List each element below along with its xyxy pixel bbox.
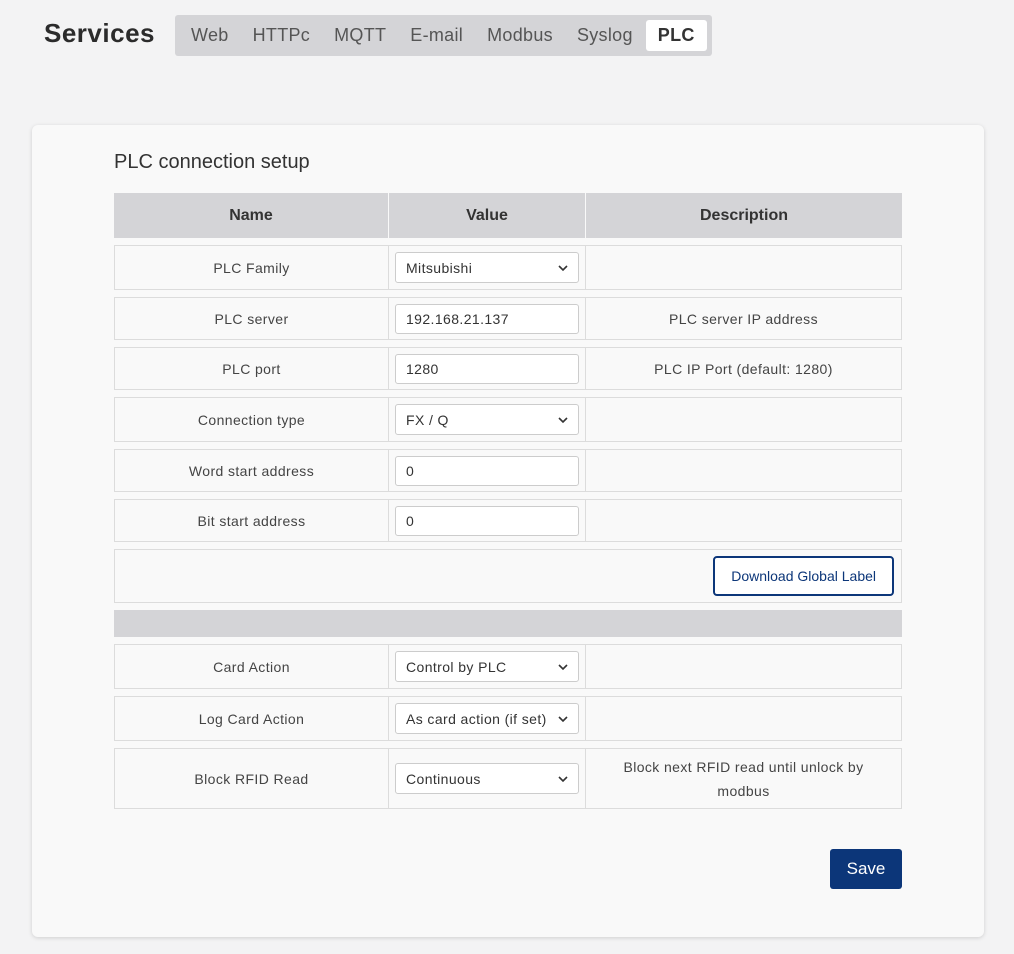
- row-description: [586, 645, 901, 688]
- row-description: [586, 246, 901, 289]
- table-row: Connection type FX / Q: [114, 397, 902, 442]
- column-header-description: Description: [699, 206, 788, 224]
- row-description: PLC IP Port (default: 1280): [654, 360, 833, 377]
- row-description: [586, 398, 901, 441]
- table-row: Block RFID Read Continuous Block next RF…: [114, 748, 902, 809]
- chevron-down-icon: [558, 264, 568, 271]
- section-divider: [114, 610, 902, 637]
- column-header-name: Name: [114, 193, 389, 238]
- row-value-cell: Mitsubishi: [389, 246, 586, 289]
- connection-type-select[interactable]: FX / Q: [395, 404, 579, 435]
- row-value-cell: Control by PLC: [389, 645, 586, 688]
- table-row: PLC port 1280 PLC IP Port (default: 1280…: [114, 347, 902, 390]
- row-label: Bit start address: [115, 500, 389, 541]
- chevron-down-icon: [558, 663, 568, 670]
- row-value-cell: 1280: [389, 348, 586, 389]
- row-value-cell: As card action (if set): [389, 697, 586, 740]
- plc-server-input[interactable]: 192.168.21.137: [395, 303, 579, 334]
- select-value: Control by PLC: [406, 658, 507, 675]
- row-description: Block next RFID read until unlock by mod…: [623, 758, 864, 799]
- tab-email[interactable]: E-mail: [398, 20, 475, 51]
- table-row: PLC Family Mitsubishi: [114, 245, 902, 290]
- input-value: 192.168.21.137: [406, 310, 509, 327]
- input-value: 1280: [406, 360, 439, 377]
- row-label: Word start address: [115, 450, 389, 491]
- table-row: Word start address 0: [114, 449, 902, 492]
- row-label: PLC Family: [115, 246, 389, 289]
- row-value-cell: Continuous: [389, 749, 586, 808]
- select-value: Continuous: [406, 770, 481, 787]
- chevron-down-icon: [558, 775, 568, 782]
- row-value-cell: 192.168.21.137: [389, 298, 586, 339]
- plc-family-select[interactable]: Mitsubishi: [395, 252, 579, 283]
- tab-modbus[interactable]: Modbus: [475, 20, 565, 51]
- input-value: 0: [406, 512, 415, 529]
- settings-card: PLC connection setup Name Value Descript…: [32, 125, 984, 937]
- tab-httpc[interactable]: HTTPc: [241, 20, 323, 51]
- save-button[interactable]: Save: [830, 849, 902, 889]
- word-start-address-input[interactable]: 0: [395, 455, 579, 486]
- row-description: [586, 697, 901, 740]
- row-value-cell: 0: [389, 450, 586, 491]
- row-label: PLC port: [115, 348, 389, 389]
- chevron-down-icon: [558, 416, 568, 423]
- table-row: PLC server 192.168.21.137 PLC server IP …: [114, 297, 902, 340]
- row-value-cell: FX / Q: [389, 398, 586, 441]
- select-value: As card action (if set): [406, 710, 547, 727]
- chevron-down-icon: [558, 715, 568, 722]
- row-label: Card Action: [115, 645, 389, 688]
- row-label: Log Card Action: [115, 697, 389, 740]
- page-title: Services: [44, 18, 155, 48]
- row-description: [586, 500, 901, 541]
- section-title: PLC connection setup: [114, 151, 310, 173]
- download-global-label-button[interactable]: Download Global Label: [713, 556, 894, 596]
- table-row: Card Action Control by PLC: [114, 644, 902, 689]
- row-description: [586, 450, 901, 491]
- tab-mqtt[interactable]: MQTT: [322, 20, 398, 51]
- table-header: Name Value Description: [114, 193, 902, 238]
- tab-bar: Web HTTPc MQTT E-mail Modbus Syslog PLC: [175, 15, 712, 56]
- download-row: Download Global Label: [114, 549, 902, 603]
- column-header-value: Value: [389, 193, 586, 238]
- row-label: Connection type: [115, 398, 389, 441]
- table-row: Bit start address 0: [114, 499, 902, 542]
- input-value: 0: [406, 462, 415, 479]
- select-value: FX / Q: [406, 411, 449, 428]
- row-label: Block RFID Read: [115, 749, 389, 808]
- log-card-action-select[interactable]: As card action (if set): [395, 703, 579, 734]
- row-value-cell: 0: [389, 500, 586, 541]
- tab-syslog[interactable]: Syslog: [565, 20, 645, 51]
- card-action-select[interactable]: Control by PLC: [395, 651, 579, 682]
- row-description: PLC server IP address: [669, 310, 818, 327]
- block-rfid-read-select[interactable]: Continuous: [395, 763, 579, 794]
- table-row: Log Card Action As card action (if set): [114, 696, 902, 741]
- tab-web[interactable]: Web: [179, 20, 241, 51]
- row-label: PLC server: [115, 298, 389, 339]
- plc-port-input[interactable]: 1280: [395, 353, 579, 384]
- plc-settings-table: Name Value Description PLC Family Mitsub…: [114, 193, 902, 809]
- header: Services Web HTTPc MQTT E-mail Modbus Sy…: [0, 0, 1014, 70]
- bit-start-address-input[interactable]: 0: [395, 505, 579, 536]
- select-value: Mitsubishi: [406, 259, 473, 276]
- tab-plc[interactable]: PLC: [645, 20, 707, 51]
